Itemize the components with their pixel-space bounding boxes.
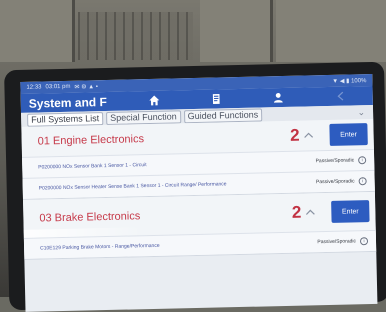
status-right: ▼ ◀ ▮ 100% xyxy=(332,77,367,85)
background-plank xyxy=(200,0,273,62)
section-title: 01 Engine Electronics xyxy=(37,133,145,148)
report-icon xyxy=(212,93,220,105)
page-title: System and F xyxy=(28,94,107,111)
tab-guided-functions[interactable]: Guided Functions xyxy=(183,107,263,123)
info-icon[interactable]: i xyxy=(358,156,367,165)
person-icon xyxy=(273,92,283,103)
report-button[interactable] xyxy=(185,93,247,105)
back-icon xyxy=(336,91,343,101)
chevron-down-icon[interactable]: ⌄ xyxy=(357,107,365,118)
status-date: 03:01 pm xyxy=(45,83,71,91)
info-icon[interactable]: i xyxy=(358,177,367,186)
home-icon xyxy=(148,95,159,106)
status-icons: ✉ ⚙ ▲ • xyxy=(74,83,99,91)
profile-button[interactable] xyxy=(247,91,309,103)
tab-special-function[interactable]: Special Function xyxy=(106,109,181,125)
chevron-up-icon[interactable] xyxy=(305,207,315,217)
fault-count: 2 xyxy=(291,202,302,222)
tablet-screen: 12:33 03:01 pm ✉ ⚙ ▲ • ▼ ◀ ▮ 100% System… xyxy=(20,73,378,312)
enter-button[interactable]: Enter xyxy=(331,200,370,223)
enter-button[interactable]: Enter xyxy=(329,123,368,146)
back-button[interactable] xyxy=(309,90,371,102)
system-section-engine: 01 Engine Electronics 2 Enter P0200000 N… xyxy=(21,118,375,200)
dtc-status: Passive/Sporadic xyxy=(317,238,357,246)
system-section-brake: 03 Brake Electronics 2 Enter C10E129 Par… xyxy=(22,191,377,260)
status-time: 12:33 xyxy=(26,84,42,91)
background-plank xyxy=(276,0,386,62)
dtc-description: P0200000 NOx Sensor Heater Sense Bank 1 … xyxy=(38,181,227,192)
dtc-status: Passive/Sporadic xyxy=(315,157,355,165)
dtc-description: C10E129 Parking Brake Motors - Range/Per… xyxy=(40,242,160,252)
dtc-status: Passive/Sporadic xyxy=(315,178,355,186)
tab-full-systems-list[interactable]: Full Systems List xyxy=(27,111,104,127)
dtc-description: P0200000 NOx Sensor Bank 1 Sensor 1 - Ci… xyxy=(38,162,147,171)
chevron-up-icon[interactable] xyxy=(303,130,314,140)
home-button[interactable] xyxy=(123,94,185,106)
background-grille xyxy=(78,12,193,60)
tablet-device: 12:33 03:01 pm ✉ ⚙ ▲ • ▼ ◀ ▮ 100% System… xyxy=(4,61,386,312)
background-plank xyxy=(0,0,75,62)
fault-count: 2 xyxy=(289,125,300,145)
info-icon[interactable]: i xyxy=(359,237,369,246)
section-title: 03 Brake Electronics xyxy=(39,210,141,225)
